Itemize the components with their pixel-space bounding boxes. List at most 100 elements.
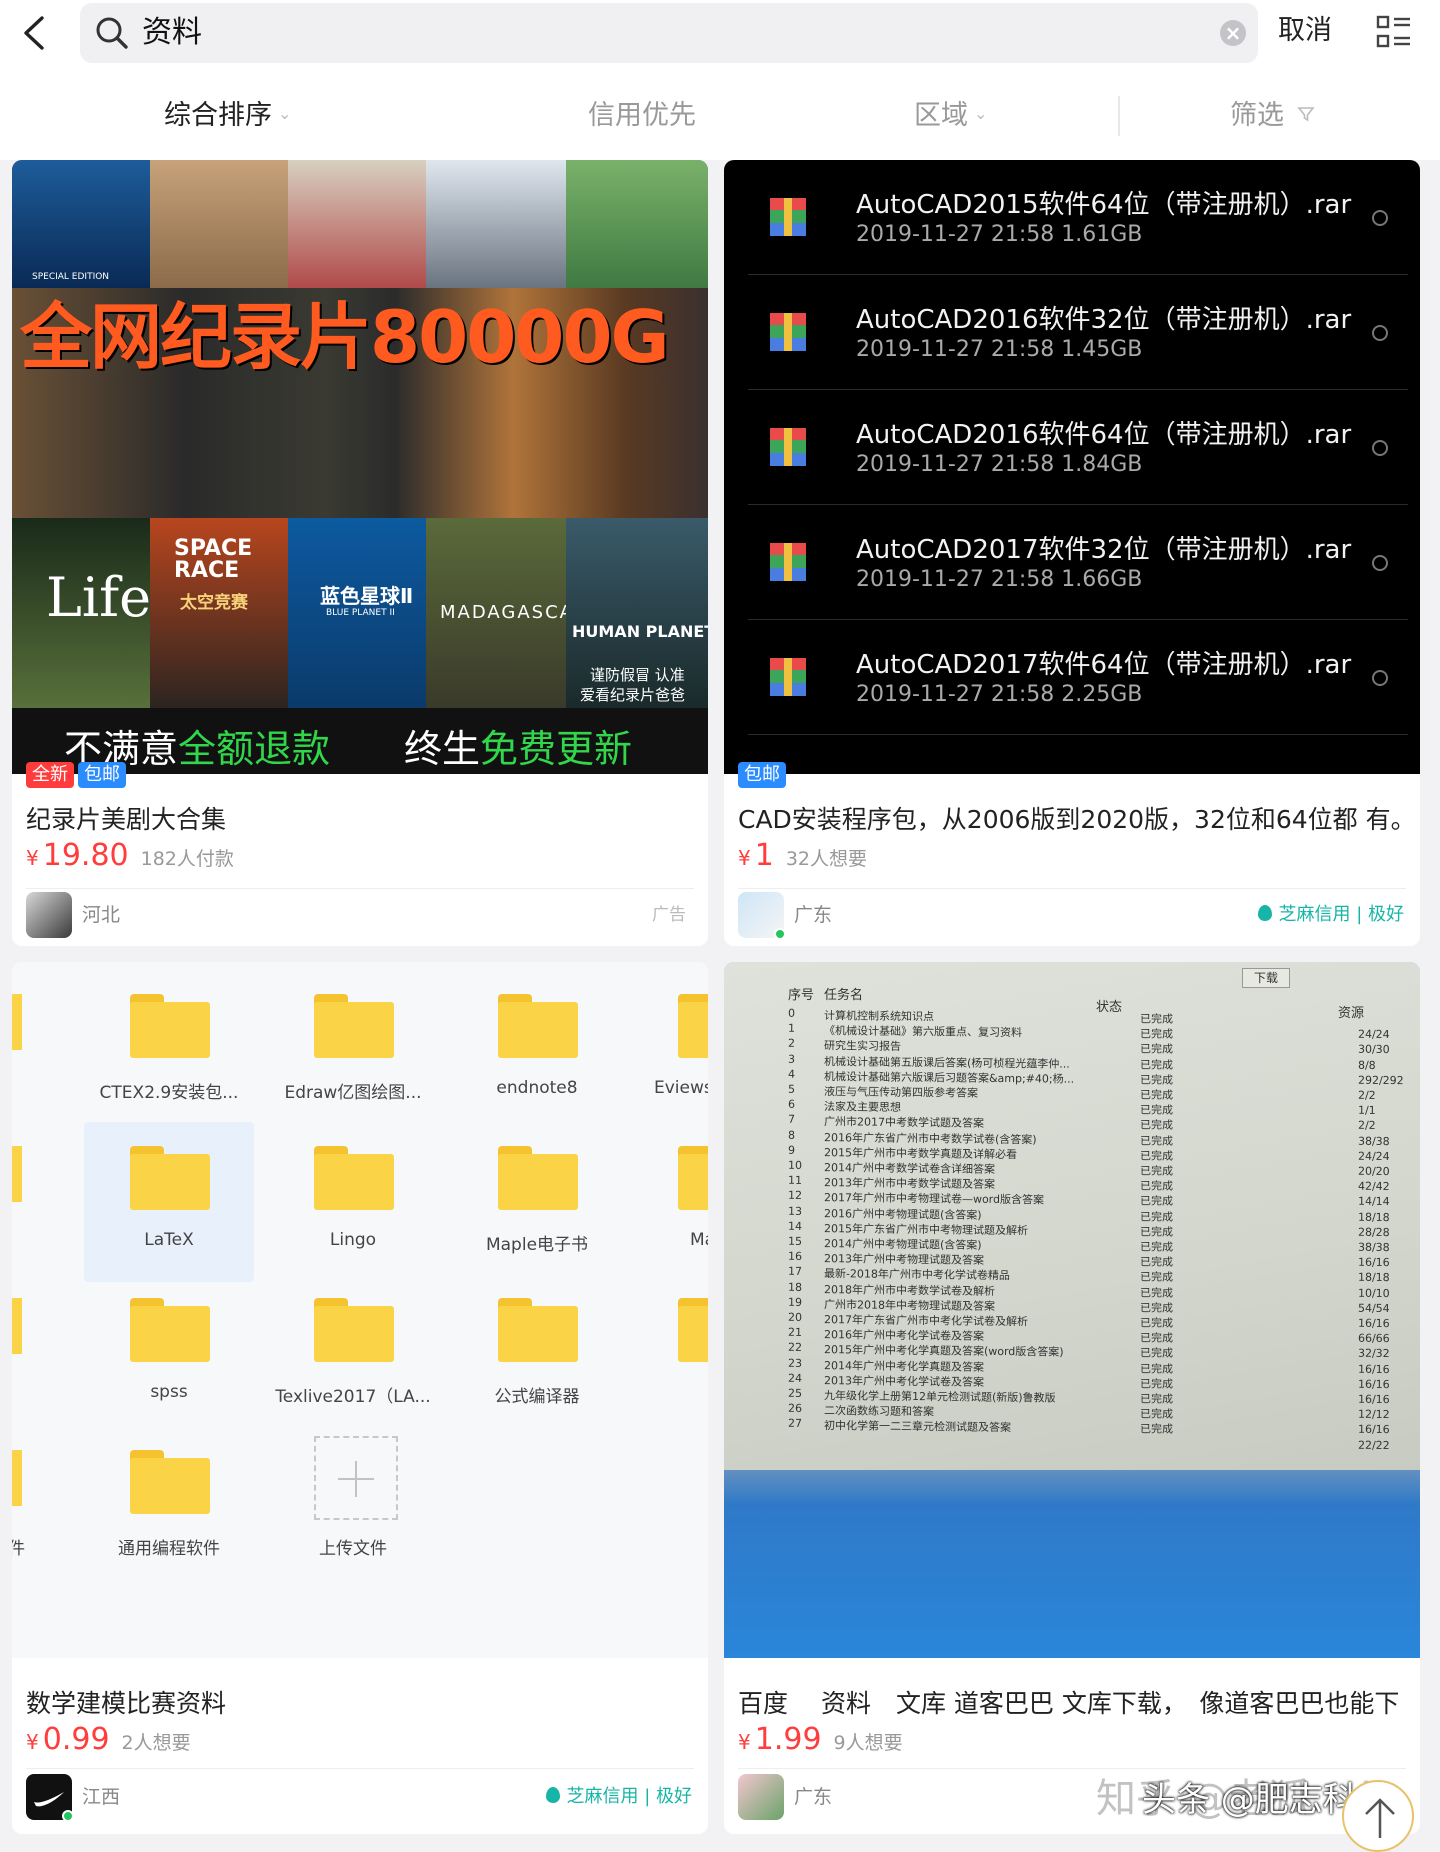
cancel-button[interactable]: 取消 [1278,0,1332,62]
folder-partial[interactable] [624,1274,708,1434]
folder-endnote8[interactable]: endnote8 [452,970,622,1130]
region-dropdown[interactable]: 区域 ⌄ [914,66,987,160]
currency-symbol: ¥ [738,1730,751,1754]
folder-latex[interactable]: LaTeX [84,1122,254,1282]
partial-folder-label: 件 [12,1539,25,1559]
folder-general-programming[interactable]: 通用编程软件 [84,1426,254,1586]
product-card-math-modeling[interactable]: CTEX2.9安装包... Edraw亿图绘图... endnote8 Evie… [12,962,708,1834]
folder-icon [12,1298,22,1354]
file-name: AutoCAD2017软件64位（带注册机）.rar [856,650,1352,680]
divider [738,888,1406,889]
file-row: AutoCAD2016软件32位（带注册机）.rar 2019-11-27 21… [748,275,1408,390]
chevron-down-icon: ⌄ [278,103,292,123]
price-row: ¥ 1.99 9人想要 [738,1722,903,1762]
currency-symbol: ¥ [738,846,751,870]
price: 19.80 [42,838,129,873]
select-radio [1372,210,1388,226]
search-query[interactable]: 资料 [142,3,202,63]
seller-region: 江西 [82,1786,121,1808]
folder-icon [314,994,394,1058]
ad-label: 广告 [652,905,686,925]
avatar[interactable] [738,1774,784,1820]
product-title[interactable]: 数学建模比赛资料 [26,1684,696,1720]
price-row: ¥ 0.99 2人想要 [26,1722,191,1762]
folder-icon [678,1146,708,1210]
file-meta: 2019-11-27 21:58 1.45GB [856,337,1143,362]
product-card-cad[interactable]: AutoCAD2015软件64位（带注册机）.rar 2019-11-27 21… [724,160,1420,946]
folder-icon [130,1450,210,1514]
select-radio [1372,670,1388,686]
arrow-up-icon [1365,1798,1395,1838]
folder-lingo[interactable]: Lingo [268,1122,438,1282]
product-title[interactable]: 纪录片美剧大合集 [26,800,696,836]
product-card-documentary[interactable]: SPECIAL EDITION 全网纪录片80000G Life SPACE R… [12,160,708,946]
file-name: AutoCAD2016软件64位（带注册机）.rar [856,420,1352,450]
product-image[interactable]: SPECIAL EDITION 全网纪录片80000G Life SPACE R… [12,160,708,774]
file-meta: 2019-11-27 21:58 2.25GB [856,682,1143,707]
file-name: AutoCAD2015软件64位（带注册机）.rar [856,190,1352,220]
product-title[interactable]: CAD安装程序包，从2006版到2020版，32位和64位都 有。 [738,800,1408,836]
folder-icon [130,1298,210,1362]
product-image[interactable]: 下载 序号 任务名 状态 资源 0 计算机控制系统知识点 已完成 1 《机械设计基础》第… [724,962,1420,1658]
file-row: AutoCAD2015软件64位（带注册机）.rar 2019-11-27 21… [748,160,1408,275]
clear-icon[interactable]: × [1220,20,1246,46]
avatar[interactable] [26,892,72,938]
sesame-credit-icon [1258,905,1273,921]
folder-icon [498,994,578,1058]
folder-icon [498,1146,578,1210]
back-arrow-icon[interactable] [14,10,60,56]
sesame-credit-icon [546,1787,561,1803]
product-card-baidu-wenku[interactable]: 下载 序号 任务名 状态 资源 0 计算机控制系统知识点 已完成 1 《机械设计基础》第… [724,962,1420,1834]
folder-mat[interactable]: Mat [624,1122,708,1282]
seller-row[interactable]: 江西 芝麻信用 | 极好 [26,1774,694,1822]
seller-region: 广东 [794,1786,833,1808]
list-view-icon[interactable] [1376,14,1412,50]
madagascar-poster: MADAGASCAR [426,518,586,708]
filter-button[interactable]: 筛选 [1230,66,1315,160]
cheetah-thumbnail [150,160,288,288]
seller-row[interactable]: 广东 芝麻信用 | 极好 [738,892,1406,940]
credit-first-tab[interactable]: 信用优先 [588,66,696,160]
space-race-poster: SPACE RACE 太空竞赛 [150,518,288,708]
rar-archive-icon [770,198,806,236]
file-meta: 2019-11-27 21:58 1.66GB [856,567,1143,592]
folder-icon [678,1298,708,1362]
filter-label: 筛选 [1230,100,1284,131]
product-image[interactable]: CTEX2.9安装包... Edraw亿图绘图... endnote8 Evie… [12,962,708,1658]
folder-texlive[interactable]: Texlive2017（LA... [268,1274,438,1434]
scroll-to-top-button[interactable] [1342,1780,1414,1852]
funnel-icon [1296,106,1315,121]
divider [26,888,694,889]
product-title[interactable]: 百度 资料 文库 道客巴巴 文库下载， 像道客巴巴也能下 [738,1684,1408,1720]
product-image[interactable]: AutoCAD2015软件64位（带注册机）.rar 2019-11-27 21… [724,160,1420,774]
life-poster: Life [12,518,151,708]
price: 0.99 [42,1722,110,1757]
folder-ctex[interactable]: CTEX2.9安装包... [84,970,254,1130]
select-radio [1372,325,1388,341]
seller-row[interactable]: 河北 广告 [26,892,694,938]
folder-icon [130,994,210,1058]
credit-first-label: 信用优先 [588,100,696,131]
child-thumbnail [288,160,426,288]
folder-icon [314,1298,394,1362]
chevron-down-icon: ⌄ [974,103,988,123]
search-input[interactable]: 资料 × [80,3,1258,63]
folder-maple[interactable]: Maple电子书 [452,1122,622,1282]
sort-label: 综合排序 [164,100,272,131]
online-dot [774,928,786,940]
online-dot [62,1810,74,1822]
folder-eviews[interactable]: Eviews [624,970,708,1130]
penguin-thumbnail [426,160,566,288]
folder-formula-editor[interactable]: 公式编译器 [452,1274,622,1434]
sort-dropdown[interactable]: 综合排序 ⌄ [164,66,291,160]
free-shipping-tag: 包邮 [738,762,786,788]
select-radio [1372,440,1388,456]
upload-file-button[interactable]: 上传文件 [268,1426,438,1586]
folder-edraw[interactable]: Edraw亿图绘图... [268,970,438,1130]
folder-spss[interactable]: spss [84,1274,254,1434]
file-meta: 2019-11-27 21:58 1.61GB [856,222,1143,247]
rar-archive-icon [770,428,806,466]
file-name: AutoCAD2017软件32位（带注册机）.rar [856,535,1352,565]
human-planet-poster: HUMAN PLANET 谨防假冒 认准 爱看纪录片爸爸 [566,518,708,708]
rar-archive-icon [770,543,806,581]
